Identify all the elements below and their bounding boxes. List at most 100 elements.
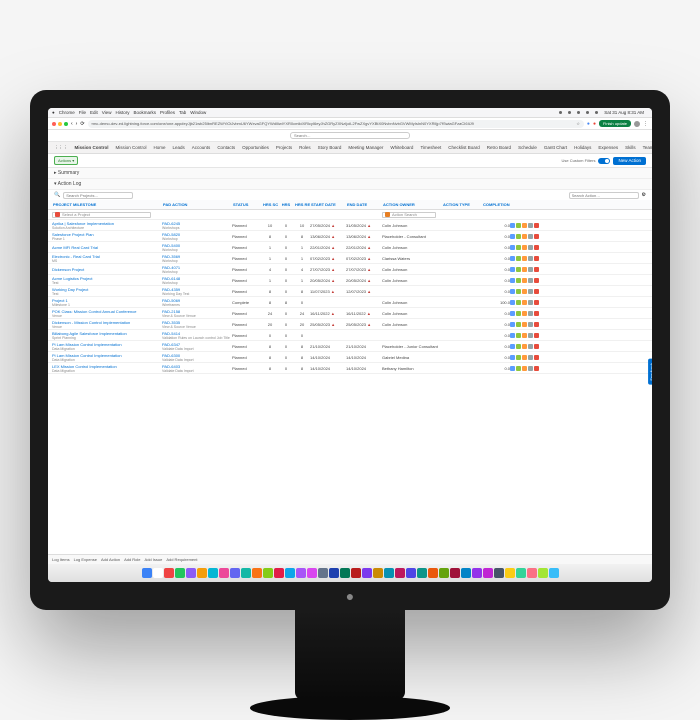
col-end[interactable]: END DATE xyxy=(346,202,382,207)
action-search-input[interactable] xyxy=(569,192,639,199)
dock-app-icon[interactable] xyxy=(263,568,273,578)
nav-tab[interactable]: Holidays xyxy=(572,145,593,150)
settings-icon[interactable]: ⚙ xyxy=(642,192,646,198)
minimize-icon[interactable] xyxy=(58,122,62,126)
action-icon[interactable] xyxy=(516,355,521,360)
dock-app-icon[interactable] xyxy=(307,568,317,578)
col-action[interactable]: PAD ACTION xyxy=(162,202,232,207)
action-icon[interactable] xyxy=(510,344,515,349)
nav-tab[interactable]: Whiteboard xyxy=(388,145,415,150)
dock-app-icon[interactable] xyxy=(318,568,328,578)
nav-tab[interactable]: Meeting Manager xyxy=(346,145,385,150)
action-icon[interactable] xyxy=(516,245,521,250)
battery-icon[interactable] xyxy=(595,111,598,114)
action-icon[interactable] xyxy=(510,322,515,327)
action-icon[interactable] xyxy=(510,245,515,250)
cell-project[interactable]: LEX Mission Control ImplementationData M… xyxy=(52,364,162,373)
nav-tab[interactable]: Story Board xyxy=(316,145,344,150)
nav-tab[interactable]: Gantt Chart xyxy=(542,145,569,150)
nav-tab[interactable]: Timesheet xyxy=(418,145,443,150)
menu-file[interactable]: File xyxy=(79,110,86,115)
action-icon[interactable] xyxy=(528,289,533,294)
action-icon[interactable] xyxy=(510,267,515,272)
nav-tab[interactable]: Schedule xyxy=(516,145,539,150)
dock-app-icon[interactable] xyxy=(340,568,350,578)
action-icon[interactable] xyxy=(534,234,539,239)
cell-owner[interactable]: Placeholder - Junior Consultant xyxy=(382,344,442,349)
cell-action[interactable]: PAD-5820Workshop xyxy=(162,232,232,241)
forward-button[interactable]: › xyxy=(76,121,78,127)
cell-project[interactable]: Acme MFI Real Card Trial xyxy=(52,245,162,250)
footer-add-action[interactable]: Add Action xyxy=(101,557,120,562)
action-icon[interactable] xyxy=(522,355,527,360)
nav-tab[interactable]: Mission Control xyxy=(114,145,149,150)
col-type[interactable]: ACTION TYPE xyxy=(442,202,482,207)
action-icon[interactable] xyxy=(510,234,515,239)
reload-button[interactable]: ⟳ xyxy=(80,121,84,127)
maximize-icon[interactable] xyxy=(64,122,68,126)
cell-project[interactable]: Electronic - Real Card TrialMS xyxy=(52,254,162,263)
dock-app-icon[interactable] xyxy=(450,568,460,578)
new-action-button[interactable]: New Action xyxy=(613,157,646,165)
cell-action[interactable]: PAD-5069Wireframes xyxy=(162,298,232,307)
table-row[interactable]: Pi Lam Mission Control ImplementationDat… xyxy=(48,352,652,363)
table-row[interactable]: Salesforce Project PlanPhase 1 PAD-5820W… xyxy=(48,231,652,242)
table-row[interactable]: Electronic - Real Card TrialMS PAD-3569W… xyxy=(48,253,652,264)
cell-project[interactable]: Salesforce Project PlanPhase 1 xyxy=(52,232,162,241)
action-icon[interactable] xyxy=(534,344,539,349)
finish-update-button[interactable]: Finish update xyxy=(599,120,631,127)
nav-tab[interactable]: Contacts xyxy=(215,145,237,150)
action-icon[interactable] xyxy=(522,289,527,294)
dock-app-icon[interactable] xyxy=(285,568,295,578)
cell-action[interactable]: PAD-6300Validate Data Import xyxy=(162,353,232,362)
action-icon[interactable] xyxy=(516,223,521,228)
action-icon[interactable] xyxy=(528,278,533,283)
dock-app-icon[interactable] xyxy=(395,568,405,578)
action-icon[interactable] xyxy=(522,256,527,261)
summary-section-header[interactable]: ▸ Summary xyxy=(48,168,652,179)
col-start[interactable]: START DATE xyxy=(310,202,346,207)
action-icon[interactable] xyxy=(516,344,521,349)
footer-add-role[interactable]: Add Role xyxy=(124,557,140,562)
menu-tab[interactable]: Tab xyxy=(179,110,186,115)
dock-app-icon[interactable] xyxy=(516,568,526,578)
footer-add-issue[interactable]: Add Issue xyxy=(145,557,163,562)
action-icon[interactable] xyxy=(510,355,515,360)
action-icon[interactable] xyxy=(528,223,533,228)
action-icon[interactable] xyxy=(522,245,527,250)
cell-action[interactable]: PAD-3535View & Source Venue xyxy=(162,320,232,329)
action-icon[interactable] xyxy=(534,300,539,305)
action-log-section-header[interactable]: ▾ Action Log xyxy=(48,179,652,190)
nav-tab[interactable]: Leads xyxy=(171,145,187,150)
toggle-switch[interactable] xyxy=(598,158,610,164)
dock-app-icon[interactable] xyxy=(527,568,537,578)
profile-avatar[interactable] xyxy=(634,121,640,127)
table-row[interactable]: Acme MFI Real Card Trial PAD-5400Worksho… xyxy=(48,242,652,253)
dock-app-icon[interactable] xyxy=(351,568,361,578)
action-icon[interactable] xyxy=(534,322,539,327)
action-icon[interactable] xyxy=(534,267,539,272)
action-icon[interactable] xyxy=(510,333,515,338)
feedback-tab[interactable]: Feedback xyxy=(649,359,653,385)
cell-owner[interactable]: Bethany Hamilton xyxy=(382,366,442,371)
nav-tab[interactable]: Opportunities xyxy=(240,145,271,150)
action-icon[interactable] xyxy=(510,366,515,371)
table-row[interactable]: POK Class: Mission Control Annual Confer… xyxy=(48,308,652,319)
action-icon[interactable] xyxy=(522,300,527,305)
action-icon[interactable] xyxy=(528,245,533,250)
action-icon[interactable] xyxy=(522,366,527,371)
action-icon[interactable] xyxy=(534,256,539,261)
dock-app-icon[interactable] xyxy=(296,568,306,578)
cell-action[interactable]: PAD-6347Validate Data Import xyxy=(162,342,232,351)
cell-owner[interactable]: Colin Johnson xyxy=(382,245,442,250)
cell-project[interactable]: Acme Logistics ProjectTest xyxy=(52,276,162,285)
status-icon[interactable] xyxy=(568,111,571,114)
action-icon[interactable] xyxy=(528,333,533,338)
table-row[interactable]: Working Day ProjectTest PAD-4359Working … xyxy=(48,286,652,297)
cell-project[interactable]: Aprika | Salesforce ImplementationSoluti… xyxy=(52,221,162,230)
action-icon[interactable] xyxy=(510,289,515,294)
cell-action[interactable]: PAD-2158View & Source Venue xyxy=(162,309,232,318)
dock-app-icon[interactable] xyxy=(417,568,427,578)
apple-menu[interactable]: ● xyxy=(52,110,55,115)
cell-owner[interactable]: Colin Johnson xyxy=(382,267,442,272)
